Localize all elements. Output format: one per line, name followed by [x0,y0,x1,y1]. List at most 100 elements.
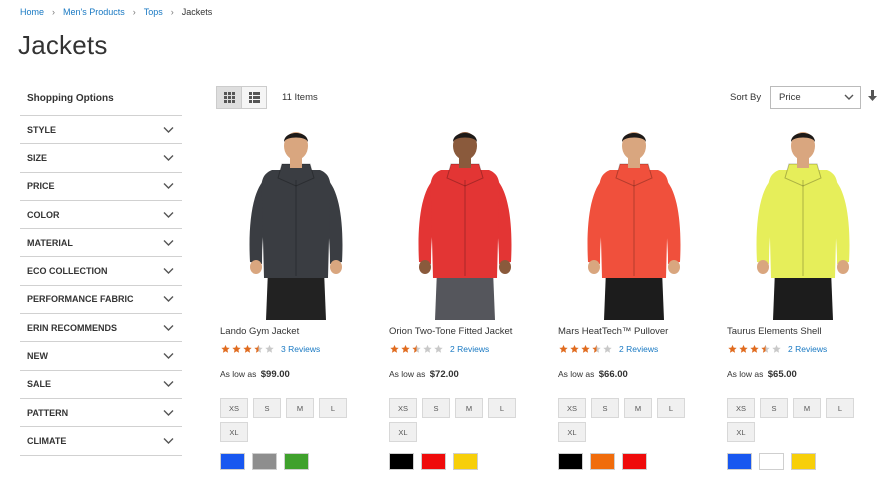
color-swatch[interactable] [220,453,245,470]
price-prefix: As low as [558,369,595,379]
product-price: $99.00 [260,369,290,380]
filter-label: New [27,351,48,362]
size-option-s[interactable]: S [422,398,450,418]
size-option-xs[interactable]: XS [389,398,417,418]
filter-label: Performance Fabric [27,294,134,305]
star-icon [750,344,759,353]
color-swatch[interactable] [558,453,583,470]
star-icon [401,344,410,353]
size-option-xl[interactable]: XL [727,422,755,442]
filter-climate[interactable]: Climate [20,427,182,456]
filter-pattern[interactable]: Pattern [20,399,182,428]
product-name-link[interactable]: Mars HeatTech™ Pullover [558,326,668,337]
filter-erin-recommends[interactable]: Erin Recommends [20,314,182,343]
filter-label: Sale [27,379,52,390]
size-option-m[interactable]: M [286,398,314,418]
price-box: As low as $72.00 [389,369,459,380]
product-name-link[interactable]: Orion Two-Tone Fitted Jacket [389,326,512,337]
chevron-down-icon [163,211,174,218]
size-option-s[interactable]: S [591,398,619,418]
filter-sale[interactable]: Sale [20,371,182,399]
breadcrumb-tops-link[interactable]: Tops [144,7,163,17]
grid-view-button[interactable] [216,86,242,109]
filter-material[interactable]: Material [20,229,182,258]
size-option-xs[interactable]: XS [220,398,248,418]
product-photo-image[interactable] [723,130,883,320]
filter-size[interactable]: Size [20,144,182,173]
filter-label: Eco Collection [27,266,108,277]
rating-stars [558,344,613,354]
reviews-link[interactable]: 3 Reviews [281,344,320,354]
reviews-link[interactable]: 2 Reviews [450,344,489,354]
product-rating: 2 Reviews [558,344,658,354]
filter-new[interactable]: New [20,342,182,371]
size-option-s[interactable]: S [760,398,788,418]
breadcrumb-home-link[interactable]: Home [20,7,44,17]
size-option-m[interactable]: M [455,398,483,418]
chevron-down-icon [163,268,174,275]
color-swatch[interactable] [389,453,414,470]
reviews-link[interactable]: 2 Reviews [619,344,658,354]
color-swatch[interactable] [421,453,446,470]
filter-color[interactable]: Color [20,201,182,230]
chevron-down-icon [163,239,174,246]
color-swatch[interactable] [252,453,277,470]
view-mode-switcher [216,86,267,109]
size-option-m[interactable]: M [793,398,821,418]
sort-direction-arrow-icon[interactable] [868,90,877,102]
size-option-l[interactable]: L [319,398,347,418]
size-option-xl[interactable]: XL [558,422,586,442]
size-option-xl[interactable]: XL [220,422,248,442]
product-photo-image[interactable] [554,130,714,320]
chevron-down-icon [163,353,174,360]
product-price: $65.00 [767,369,797,380]
reviews-link[interactable]: 2 Reviews [788,344,827,354]
size-options: XS S M L XL [727,398,867,446]
filter-price[interactable]: Price [20,173,182,201]
list-view-button[interactable] [241,86,267,109]
color-swatch[interactable] [791,453,816,470]
size-option-l[interactable]: L [657,398,685,418]
chevron-down-icon [163,381,174,388]
filter-style[interactable]: Style [20,116,182,145]
color-swatch[interactable] [284,453,309,470]
star-icon [232,344,241,353]
size-option-xl[interactable]: XL [389,422,417,442]
color-swatch[interactable] [759,453,784,470]
product-name-link[interactable]: Lando Gym Jacket [220,326,299,337]
size-option-xs[interactable]: XS [558,398,586,418]
star-icon [581,344,590,353]
shopping-options-title: Shopping Options [20,88,182,116]
breadcrumb-mens-products-link[interactable]: Men's Products [63,7,125,17]
color-swatch[interactable] [622,453,647,470]
size-option-l[interactable]: L [488,398,516,418]
list-icon [248,92,260,103]
filter-eco-collection[interactable]: Eco Collection [20,257,182,286]
size-option-m[interactable]: M [624,398,652,418]
product-photo[interactable] [385,130,545,320]
size-option-xs[interactable]: XS [727,398,755,418]
size-options: XS S M L XL [220,398,360,446]
color-swatch[interactable] [590,453,615,470]
filter-list: Style Size Price Color Material Eco Collectio… [20,116,182,456]
product-name-link[interactable]: Taurus Elements Shell [727,326,822,337]
product-photo[interactable] [723,130,883,320]
product-price: $72.00 [429,369,459,380]
size-option-s[interactable]: S [253,398,281,418]
breadcrumb-separator-icon: › [170,7,174,17]
filter-label: Size [27,152,48,163]
product-price: $66.00 [598,369,628,380]
product-photo[interactable] [216,130,376,320]
product-photo[interactable] [554,130,714,320]
color-options [389,453,485,470]
sort-by-select[interactable]: Price [770,86,861,109]
product-photo-image[interactable] [216,130,376,320]
size-option-l[interactable]: L [826,398,854,418]
color-swatch[interactable] [453,453,478,470]
star-icon [243,344,252,353]
color-options [558,453,654,470]
product-photo-image[interactable] [385,130,545,320]
size-options: XS S M L XL [558,398,698,446]
filter-performance-fabric[interactable]: Performance Fabric [20,286,182,315]
color-swatch[interactable] [727,453,752,470]
